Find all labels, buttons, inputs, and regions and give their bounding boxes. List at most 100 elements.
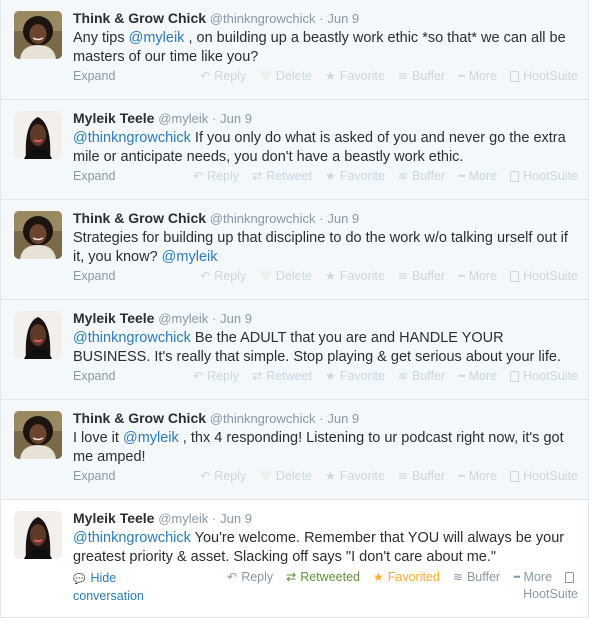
mention-link[interactable]: @thinkngrowchick	[73, 130, 191, 146]
hootsuite-action[interactable]: HootSuite	[510, 469, 578, 483]
retweeted-action[interactable]: ⇄ Retweeted	[286, 570, 360, 584]
tweet-username[interactable]: @thinkngrowchick	[210, 211, 316, 226]
more-action[interactable]: ••• More	[458, 469, 497, 483]
tweet-username[interactable]: @thinkngrowchick	[210, 11, 316, 26]
tweet-fullname[interactable]: Myleik Teele	[73, 310, 154, 326]
buffer-action[interactable]: ≋ Buffer	[398, 369, 445, 383]
mention-link[interactable]: @myleik	[123, 430, 179, 446]
reply-label: Reply	[241, 570, 274, 584]
reply-action[interactable]: ↶ Reply	[227, 570, 273, 584]
more-action[interactable]: ••• More	[458, 269, 497, 283]
favorite-label: Favorite	[339, 169, 385, 183]
buffer-action[interactable]: ≋ Buffer	[398, 269, 445, 283]
retweet-action[interactable]: ⇄ Retweet	[252, 169, 312, 183]
tweet[interactable]: Think & Grow Chick @thinkngrowchick · Ju…	[1, 0, 588, 100]
buffer-action[interactable]: ≋ Buffer	[398, 169, 445, 183]
tweet-fullname[interactable]: Myleik Teele	[73, 110, 154, 126]
retweet-label: Retweet	[266, 169, 313, 183]
buffer-action[interactable]: ≋ Buffer	[398, 469, 445, 483]
tweet[interactable]: Myleik Teele @myleik · Jun 9 @thinkngrowc…	[1, 500, 588, 618]
more-action[interactable]: ••• More	[513, 570, 552, 584]
more-action[interactable]: ••• More	[458, 369, 497, 383]
favorite-action[interactable]: ★ Favorite	[325, 269, 385, 283]
favorite-action[interactable]: ★ Favorite	[325, 469, 385, 483]
mention-link[interactable]: @thinkngrowchick	[73, 530, 191, 546]
hootsuite-action[interactable]: HootSuite	[510, 69, 578, 83]
delete-action[interactable]: 🗑 Delete	[259, 269, 312, 283]
hootsuite-action[interactable]	[565, 570, 578, 584]
retweet-icon: ⇄	[252, 369, 263, 383]
delete-action[interactable]: 🗑 Delete	[259, 69, 312, 83]
tweet-username[interactable]: @thinkngrowchick	[210, 411, 316, 426]
tweet-username[interactable]: @myleik	[158, 111, 208, 126]
favorited-label: Favorited	[387, 570, 440, 584]
expand-link[interactable]: Expand	[73, 269, 115, 283]
expand-link[interactable]: Expand	[73, 69, 115, 83]
tweet-footer: Expand ↶ Reply ⇄ Retweet ★ Favorite ≋ Buffer ••• M…	[73, 169, 578, 185]
avatar[interactable]	[14, 211, 62, 259]
tweet-actions: ↶ Reply 🗑 Delete ★ Favorite ≋ Buffer ••• More Hoot…	[187, 269, 578, 283]
more-action[interactable]: ••• More	[458, 69, 497, 83]
tweet-header: Think & Grow Chick @thinkngrowchick · Ju…	[73, 9, 578, 28]
reply-action[interactable]: ↶ Reply	[200, 269, 246, 283]
hootsuite-action[interactable]: HootSuite	[510, 369, 578, 383]
reply-action[interactable]: ↶ Reply	[200, 69, 246, 83]
more-action[interactable]: ••• More	[458, 169, 497, 183]
favorite-action[interactable]: ★ Favorite	[325, 169, 385, 183]
retweet-action[interactable]: ⇄ Retweet	[252, 369, 312, 383]
avatar-image	[14, 311, 62, 359]
favorite-action[interactable]: ★ Favorite	[325, 69, 385, 83]
avatar[interactable]	[14, 11, 62, 59]
expand-link[interactable]: Expand	[73, 169, 115, 183]
buffer-icon: ≋	[397, 269, 409, 283]
tweet-timestamp[interactable]: Jun 9	[220, 311, 252, 326]
delete-action[interactable]: 🗑 Delete	[259, 469, 312, 483]
tweet-timestamp[interactable]: Jun 9	[327, 211, 359, 226]
tweet[interactable]: Myleik Teele @myleik · Jun 9 @thinkngrowc…	[1, 100, 588, 200]
tweet-content: Myleik Teele @myleik · Jun 9 @thinkngrowc…	[73, 309, 578, 367]
hide-conversation-link[interactable]: 💬 Hide conversation	[73, 570, 144, 604]
expand-link[interactable]: Expand	[73, 369, 115, 383]
tweet-timestamp[interactable]: Jun 9	[327, 411, 359, 426]
hootsuite-label[interactable]: HootSuite	[523, 587, 578, 601]
avatar[interactable]	[14, 511, 62, 559]
tweet-timestamp[interactable]: Jun 9	[220, 111, 252, 126]
expand-link[interactable]: Expand	[73, 469, 115, 483]
favorite-action[interactable]: ★ Favorite	[325, 369, 385, 383]
tweet-username[interactable]: @myleik	[158, 311, 208, 326]
more-icon: •••	[458, 171, 466, 181]
avatar[interactable]	[14, 111, 62, 159]
favorite-label: Favorite	[339, 469, 385, 483]
tweet[interactable]: Think & Grow Chick @thinkngrowchick · Ju…	[1, 400, 588, 500]
conversation-label: conversation	[73, 589, 144, 603]
hootsuite-action[interactable]: HootSuite	[510, 269, 578, 283]
reply-action[interactable]: ↶ Reply	[193, 169, 239, 183]
reply-icon: ↶	[193, 369, 204, 383]
buffer-action[interactable]: ≋ Buffer	[453, 570, 500, 584]
avatar[interactable]	[14, 411, 62, 459]
mention-link[interactable]: @myleik	[129, 30, 185, 46]
reply-label: Reply	[214, 269, 247, 283]
tweet-fullname[interactable]: Myleik Teele	[73, 510, 154, 526]
avatar[interactable]	[14, 311, 62, 359]
favorited-action[interactable]: ★ Favorited	[373, 570, 440, 584]
tweet-fullname[interactable]: Think & Grow Chick	[73, 210, 206, 226]
reply-action[interactable]: ↶ Reply	[193, 369, 239, 383]
more-label: More	[468, 269, 498, 283]
tweet-fullname[interactable]: Think & Grow Chick	[73, 10, 206, 26]
more-label: More	[468, 369, 498, 383]
tweet-fullname[interactable]: Think & Grow Chick	[73, 410, 206, 426]
tweet[interactable]: Think & Grow Chick @thinkngrowchick · Ju…	[1, 200, 588, 300]
tweet-timestamp[interactable]: Jun 9	[327, 11, 359, 26]
tweet[interactable]: Myleik Teele @myleik · Jun 9 @thinkngrowc…	[1, 300, 588, 400]
reply-action[interactable]: ↶ Reply	[200, 469, 246, 483]
hootsuite-label: HootSuite	[523, 469, 578, 483]
tweet-actions: ↶ Reply ⇄ Retweeted ★ Favorited ≋ Buffer ••• More	[214, 570, 578, 584]
buffer-action[interactable]: ≋ Buffer	[398, 69, 445, 83]
tweet-username[interactable]: @myleik	[158, 511, 208, 526]
hootsuite-action[interactable]: HootSuite	[510, 169, 578, 183]
star-icon: ★	[373, 570, 384, 584]
mention-link[interactable]: @thinkngrowchick	[73, 330, 191, 346]
tweet-timestamp[interactable]: Jun 9	[220, 511, 252, 526]
mention-link[interactable]: @myleik	[162, 249, 218, 265]
